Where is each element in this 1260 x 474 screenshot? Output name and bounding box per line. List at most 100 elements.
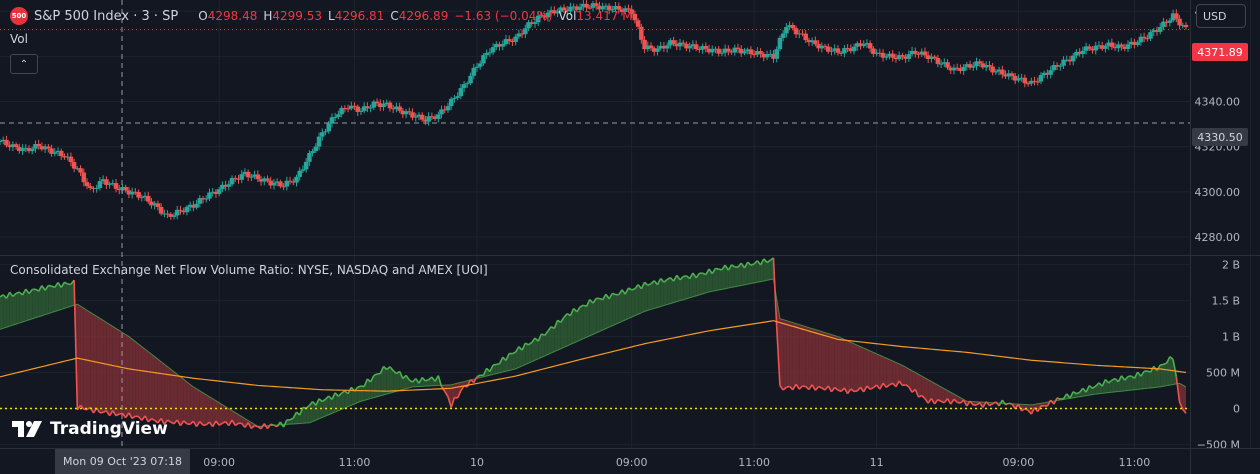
flow-fill-segment [583, 305, 587, 339]
candle-body [680, 42, 686, 44]
flow-fill-segment [125, 334, 129, 418]
candle-body [381, 104, 386, 108]
flow-fill-segment [866, 349, 871, 390]
flow-fill-segment [783, 319, 787, 391]
candle-body [461, 84, 467, 89]
flow-fill-segment [718, 269, 722, 291]
chart-canvas[interactable]: 09:00 11:00 10 09:00 11:00 11 09:00 11:00 4280.0… [0, 0, 1260, 474]
high-value: 4299.53 [272, 9, 322, 23]
flow-fill-segment [596, 298, 600, 333]
flow-fill-segment [663, 279, 668, 306]
candle-body [1009, 73, 1015, 76]
flow-fill-segment [302, 407, 307, 424]
candle-body [977, 61, 982, 64]
indicator-title[interactable]: Consolidated Exchange Net Flow Volume Ra… [10, 263, 488, 277]
legend-header: 500 S&P 500 Index · 3 · SP O 4298.48 H 429… [10, 6, 633, 26]
candle-body [326, 123, 331, 132]
close-value: 4296.89 [398, 9, 449, 23]
candle-body [474, 66, 480, 68]
flow-fill-segment [541, 333, 545, 358]
flow-line-segment [270, 423, 275, 427]
flow-fill-segment [96, 316, 100, 413]
flow-fill-segment [802, 325, 806, 387]
flow-fill-segment [805, 326, 809, 390]
x-tick-label: 11 [870, 456, 884, 469]
flow-fill-segment [767, 260, 771, 281]
flow-fill-segment [154, 356, 158, 423]
candle-body [452, 97, 457, 99]
candle-body [458, 88, 464, 97]
flow-fill-segment [93, 314, 97, 414]
flow-fill-segment [551, 326, 555, 354]
flow-fill-segment [1147, 371, 1151, 389]
flow-fill-segment [157, 359, 162, 423]
candle-body [1109, 42, 1115, 48]
candle-body [1119, 44, 1124, 47]
candle-body [13, 144, 19, 148]
flow-fill-segment [3, 294, 7, 329]
candle-body [194, 203, 199, 208]
flow-fill-segment [786, 320, 790, 388]
flow-fill-segment [509, 353, 513, 371]
flow-line-segment [135, 415, 139, 418]
candle-body [278, 181, 283, 187]
flow-fill-segment [850, 342, 855, 392]
candle-body [1148, 32, 1153, 39]
flow-fill-segment [941, 386, 945, 403]
candle-body [851, 46, 857, 52]
flow-line-segment [99, 411, 104, 414]
flow-fill-segment [16, 292, 20, 325]
candle-body [861, 44, 866, 47]
flow-line-segment [631, 288, 636, 291]
candle-body [323, 131, 328, 133]
candle-body [632, 13, 638, 21]
tradingview-logo[interactable]: TradingView [12, 419, 168, 439]
candle-body [1022, 77, 1028, 84]
flow-fill-segment [886, 358, 890, 388]
candle-body [635, 20, 641, 27]
candle-body [1087, 46, 1092, 49]
flow-fill-segment [905, 367, 909, 387]
flow-fill-segment [789, 321, 793, 390]
open-value: 4298.48 [207, 9, 258, 23]
flow-fill-segment [902, 365, 906, 386]
candle-body [397, 106, 402, 111]
collapse-legend-button[interactable]: ⌃ [10, 54, 38, 74]
candle-body [1048, 70, 1053, 75]
candle-body [780, 33, 786, 38]
volume-study-label[interactable]: Vol [10, 32, 28, 46]
candle-body [703, 46, 709, 49]
x-tick-label: 11:00 [1119, 456, 1151, 469]
flow-fill-segment [141, 346, 146, 421]
flow-line-segment [992, 401, 997, 405]
candle-body [145, 195, 151, 202]
candle-body [113, 183, 119, 189]
candle-body [1177, 18, 1182, 26]
flow-fill-segment [683, 275, 687, 300]
flow-fill-segment [731, 264, 735, 288]
symbol-name[interactable]: S&P 500 Index · 3 · SP [34, 9, 178, 24]
flow-line-segment [357, 385, 362, 388]
flow-fill-segment [796, 323, 800, 390]
candle-body [803, 33, 808, 41]
flow-fill-segment [644, 282, 648, 312]
flow-fill-segment [1127, 375, 1132, 391]
candle-body [407, 111, 412, 113]
crosshair-price-tag: 4330.50 [1192, 128, 1248, 146]
candle-body [693, 44, 699, 49]
currency-button[interactable]: USD [1196, 4, 1246, 28]
candle-body [265, 178, 270, 181]
x-tick-label: 09:00 [203, 456, 235, 469]
candle-body [0, 141, 3, 143]
symbol-badge[interactable]: 500 [10, 7, 28, 25]
flow-fill-segment [103, 320, 107, 413]
flow-fill-segment [812, 328, 816, 391]
candle-body [316, 136, 322, 147]
flow-fill-segment [183, 379, 187, 424]
indicator-axis-label: 2 B [1222, 259, 1240, 272]
candle-body [123, 187, 128, 191]
candle-body [655, 48, 660, 52]
flow-line-segment [48, 284, 52, 287]
chevron-up-icon: ⌃ [19, 58, 29, 70]
flow-fill-segment [799, 324, 803, 390]
